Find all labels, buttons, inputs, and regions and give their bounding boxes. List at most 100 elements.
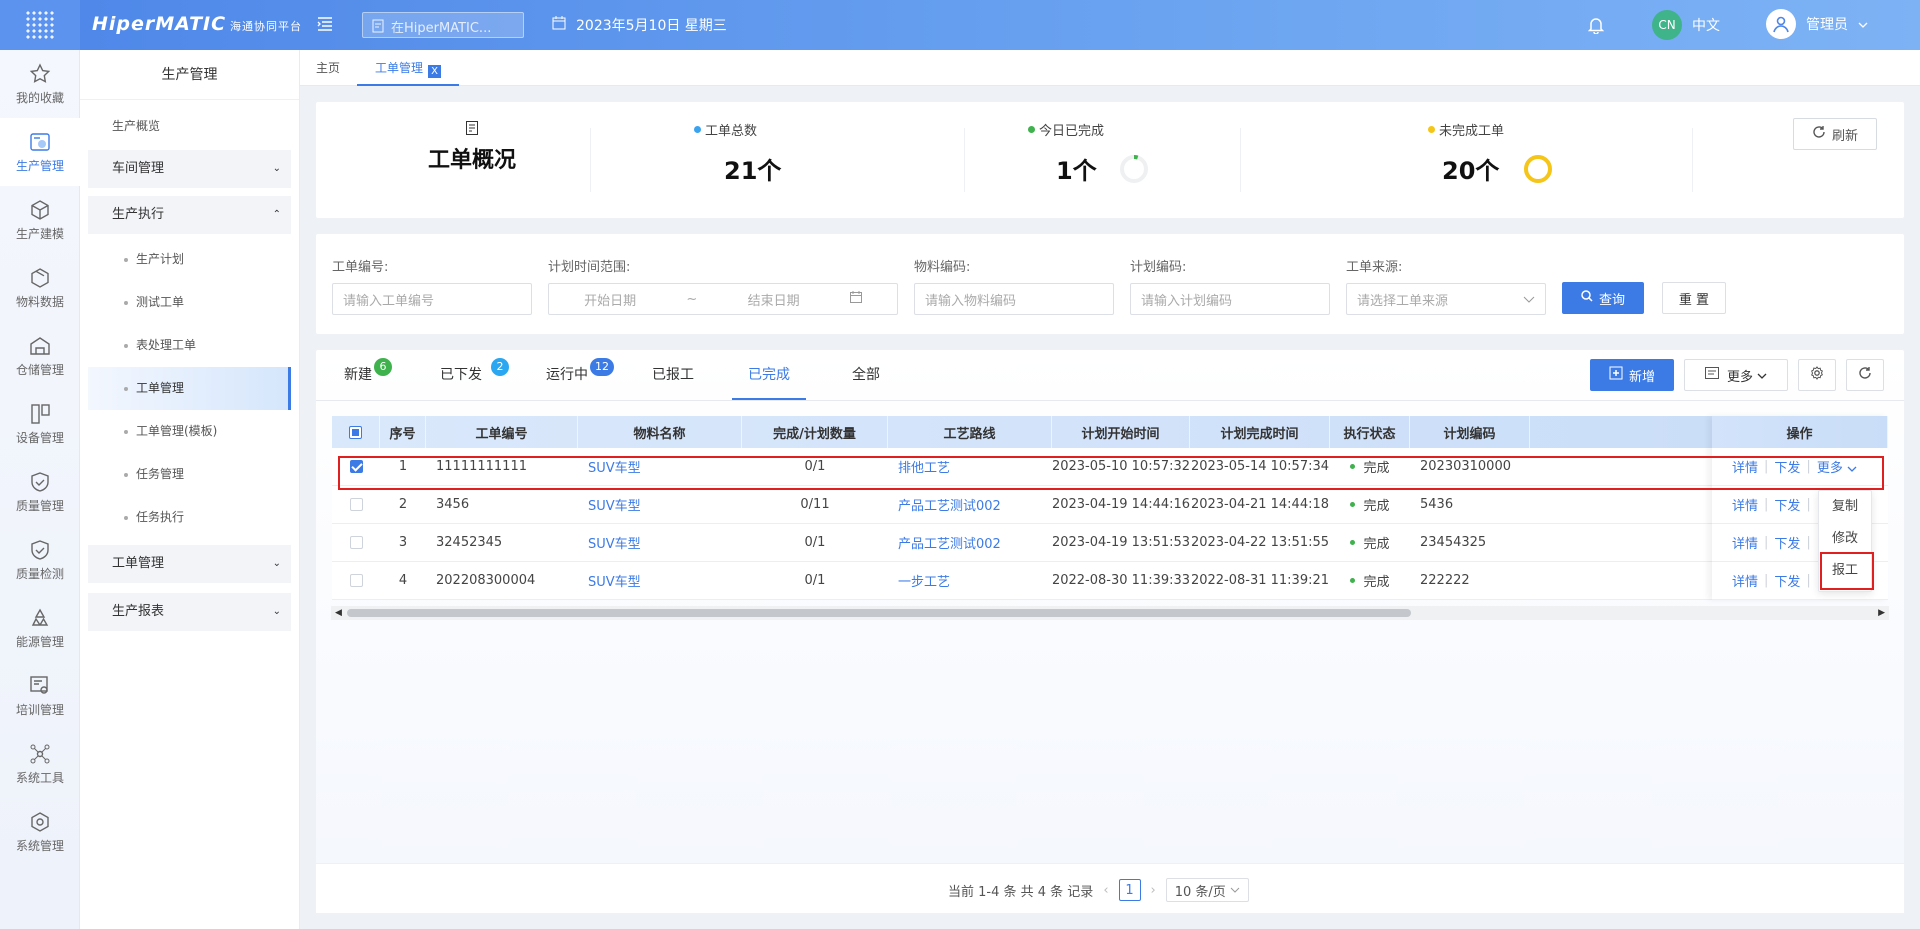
rail-item[interactable]: 质量检测: [0, 526, 80, 594]
status-tab[interactable]: 新建: [344, 350, 372, 400]
add-button[interactable]: 新增: [1590, 359, 1674, 391]
detail-link[interactable]: 详情: [1732, 571, 1758, 590]
sidebar-item-workorder[interactable]: 工单管理: [88, 367, 291, 410]
sidebar-item-test-order[interactable]: 测试工单: [88, 281, 291, 324]
detail-link[interactable]: 详情: [1732, 495, 1758, 514]
status-tab[interactable]: 运行中: [546, 350, 588, 400]
menu-item-edit[interactable]: 修改: [1819, 523, 1871, 555]
more-actions-button[interactable]: 更多: [1684, 359, 1788, 391]
scroll-right-icon[interactable]: ▶: [1878, 606, 1885, 620]
reload-button[interactable]: [1846, 359, 1884, 391]
avatar: [1766, 9, 1796, 39]
material-link[interactable]: SUV车型: [578, 524, 742, 561]
sidebar-group-report[interactable]: 生产报表 ⌄: [88, 593, 291, 631]
cell-order-no: 202208300004: [436, 573, 536, 588]
horizontal-scrollbar[interactable]: ◀ ▶: [331, 606, 1889, 620]
status-tab-label: 全部: [852, 367, 880, 383]
status-tab[interactable]: 全部: [852, 350, 880, 400]
material-code-input[interactable]: 请输入物料编码: [914, 283, 1114, 315]
rail-item[interactable]: 仓储管理: [0, 322, 80, 390]
rail-item[interactable]: 培训管理: [0, 662, 80, 730]
gear-cube-icon: [31, 811, 49, 832]
prev-page-icon[interactable]: ‹: [1103, 883, 1108, 898]
plan-code-input[interactable]: 请输入计划编码: [1130, 283, 1330, 315]
date-range-picker[interactable]: 开始日期 ~ 结束日期: [548, 283, 898, 315]
cell-order-no: 32452345: [436, 535, 503, 550]
tab-home[interactable]: 主页: [316, 50, 340, 86]
issue-link[interactable]: 下发: [1774, 571, 1800, 590]
row-checkbox[interactable]: [332, 524, 380, 561]
table-row[interactable]: 2 3456 SUV车型 0/11 产品工艺测试002 2023-04-19 14:44:…: [332, 486, 1888, 524]
row-checkbox[interactable]: [332, 562, 380, 599]
close-icon[interactable]: X: [428, 65, 442, 78]
count-badge: 2: [491, 358, 509, 376]
page-number[interactable]: 1: [1118, 879, 1141, 901]
rail-item[interactable]: 生产建模: [0, 186, 80, 254]
menu-item-copy[interactable]: 复制: [1819, 491, 1871, 523]
global-search-input[interactable]: 在HiperMATIC...: [362, 12, 524, 38]
route-link[interactable]: 产品工艺测试002: [888, 486, 1052, 523]
rail-item-label: 仓储管理: [15, 362, 64, 377]
scroll-left-icon[interactable]: ◀: [335, 606, 342, 620]
sidebar-item-task-exec[interactable]: 任务执行: [88, 496, 291, 539]
user-menu[interactable]: 管理员: [1766, 9, 1868, 39]
rail-item[interactable]: 系统管理: [0, 798, 80, 866]
menu-toggle-icon[interactable]: [316, 15, 336, 35]
next-page-icon[interactable]: ›: [1151, 883, 1156, 898]
select-all-checkbox[interactable]: [332, 416, 380, 448]
stat-total: 工单总数 21个: [694, 120, 781, 200]
material-link[interactable]: SUV车型: [578, 562, 742, 599]
sidebar-group-execution[interactable]: 生产执行 ⌃: [88, 196, 291, 234]
app-grid-icon[interactable]: [0, 0, 80, 50]
status-tab[interactable]: 已报工: [652, 350, 694, 400]
refresh-button[interactable]: 刷新: [1793, 118, 1877, 150]
query-button[interactable]: 查询: [1562, 282, 1644, 314]
rail-item[interactable]: 系统工具: [0, 730, 80, 798]
status-tab[interactable]: 已完成: [732, 350, 806, 400]
scroll-thumb[interactable]: [347, 609, 1411, 617]
cell-index: 4: [398, 573, 408, 588]
sidebar-item-surface-order[interactable]: 表处理工单: [88, 324, 291, 367]
material-link[interactable]: SUV车型: [578, 486, 742, 523]
cell-qty: 0/1: [804, 573, 826, 588]
sidebar-item-workorder-template[interactable]: 工单管理(模板): [88, 410, 291, 453]
calendar-icon: [552, 16, 566, 34]
rail-item[interactable]: 设备管理: [0, 390, 80, 458]
route-link[interactable]: 产品工艺测试002: [888, 524, 1052, 561]
refresh-icon: [1858, 366, 1872, 384]
rail-item[interactable]: 能源管理: [0, 594, 80, 662]
sidebar-group-workshop[interactable]: 车间管理 ⌄: [88, 150, 291, 188]
rail-item[interactable]: 质量管理: [0, 458, 80, 526]
order-no-input[interactable]: 请输入工单编号: [332, 283, 532, 315]
cell-end-time: 2022-08-31 11:39:21: [1190, 573, 1330, 588]
search-icon: [1581, 290, 1593, 306]
column-settings-button[interactable]: [1798, 359, 1836, 391]
filter-order-no: 工单编号: 请输入工单编号: [332, 256, 532, 315]
detail-link[interactable]: 详情: [1732, 533, 1758, 552]
rail-item[interactable]: 我的收藏: [0, 50, 80, 118]
rail-item-label: 质量管理: [15, 498, 64, 513]
route-link[interactable]: 一步工艺: [888, 562, 1052, 599]
table-row[interactable]: 3 32452345 SUV车型 0/1 产品工艺测试002 2023-04-19 13:…: [332, 524, 1888, 562]
reset-button[interactable]: 重 置: [1662, 282, 1726, 314]
source-select[interactable]: 请选择工单来源: [1346, 283, 1546, 315]
sidebar-group-workorder[interactable]: 工单管理 ⌄: [88, 545, 291, 583]
filter-source: 工单来源: 请选择工单来源: [1346, 256, 1546, 315]
page-size-select[interactable]: 10 条/页: [1165, 878, 1249, 902]
notification-bell-icon[interactable]: [1587, 16, 1605, 38]
status-tab[interactable]: 已下发: [440, 350, 482, 400]
sidebar-item-task-manage[interactable]: 任务管理: [88, 453, 291, 496]
secondary-sidebar: 生产管理 生产概览 车间管理 ⌄ 生产执行 ⌃ 生产计划 测试工单 表处理工单 工单…: [80, 50, 300, 929]
col-header: 工单编号: [426, 416, 578, 448]
sidebar-item-plan[interactable]: 生产计划: [88, 238, 291, 281]
sidebar-item-overview[interactable]: 生产概览: [88, 106, 291, 146]
issue-link[interactable]: 下发: [1774, 495, 1800, 514]
rail-item[interactable]: 物料数据: [0, 254, 80, 322]
rail-item[interactable]: 生产管理: [0, 118, 80, 186]
table-row[interactable]: 4 202208300004 SUV车型 0/1 一步工艺 2022-08-30 11:3…: [332, 562, 1888, 600]
tab-workorder[interactable]: 工单管理 X: [357, 50, 460, 86]
language-switcher[interactable]: CN 中文: [1652, 10, 1720, 40]
row-checkbox[interactable]: [332, 486, 380, 523]
highlight-row-annotation: [338, 456, 1884, 490]
issue-link[interactable]: 下发: [1774, 533, 1800, 552]
